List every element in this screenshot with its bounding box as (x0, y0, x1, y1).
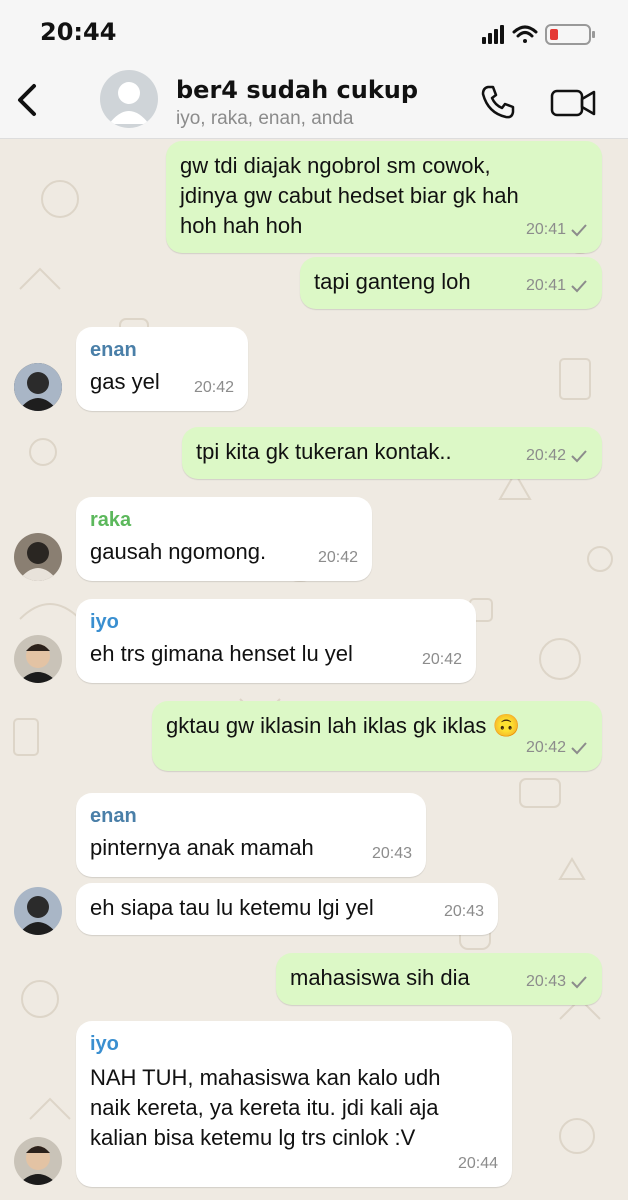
message-meta: 20:42 (194, 373, 234, 403)
read-tick-icon (571, 280, 587, 293)
message-time: 20:41 (525, 221, 566, 238)
avatar[interactable] (14, 363, 62, 411)
avatar[interactable] (14, 533, 62, 581)
back-chevron-icon[interactable] (10, 78, 44, 122)
message-text: pinternya anak mamah (90, 835, 314, 860)
wifi-icon (512, 25, 538, 43)
message-bubble-outgoing[interactable]: gktau gw iklasin lah iklas gk iklas 🙃 20… (152, 701, 602, 771)
message-time: 20:42 (525, 447, 566, 464)
message-meta: 20:41 (526, 215, 588, 245)
message-bubble-incoming[interactable]: eh siapa tau lu ketemu lgi yel 20:43 (76, 883, 498, 935)
message-text: gktau gw iklasin lah iklas gk iklas 🙃 (166, 713, 520, 738)
battery-icon (545, 24, 595, 45)
message-meta: 20:42 (422, 645, 462, 675)
message-text: eh trs gimana henset lu yel (90, 641, 353, 666)
status-bar: 20:44 (0, 0, 628, 64)
message-text: eh siapa tau lu ketemu lgi yel (90, 895, 374, 920)
message-time: 20:42 (317, 549, 358, 566)
message-meta: 20:43 (526, 967, 588, 997)
message-sender: enan (90, 339, 137, 361)
read-tick-icon (571, 450, 587, 463)
message-meta: 20:42 (526, 441, 588, 471)
message-time: 20:41 (525, 277, 566, 294)
message-time: 20:42 (525, 739, 566, 756)
message-time: 20:43 (525, 973, 566, 990)
read-tick-icon (571, 976, 587, 989)
message-meta: 20:42 (318, 543, 358, 573)
message-time: 20:43 (371, 845, 412, 862)
chat-header: ber4 sudah cukup iyo, raka, enan, anda (0, 64, 628, 139)
phone-icon[interactable] (478, 82, 518, 122)
message-bubble-incoming[interactable]: iyo NAH TUH, mahasiswa kan kalo udh naik… (76, 1021, 512, 1187)
message-sender: raka (90, 509, 132, 531)
message-meta: 20:44 (458, 1149, 498, 1179)
message-bubble-outgoing[interactable]: gw tdi diajak ngobrol sm cowok, jdinya g… (166, 141, 602, 253)
chat-area[interactable]: gw tdi diajak ngobrol sm cowok, jdinya g… (0, 139, 628, 1200)
message-bubble-outgoing[interactable]: tapi ganteng loh 20:41 (300, 257, 602, 309)
read-tick-icon (571, 224, 587, 237)
status-icons (482, 24, 595, 45)
avatar[interactable] (14, 635, 62, 683)
message-sender: iyo (90, 1033, 119, 1055)
message-bubble-incoming[interactable]: iyo eh trs gimana henset lu yel 20:42 (76, 599, 476, 683)
video-camera-icon[interactable] (550, 86, 598, 120)
message-time: 20:42 (193, 379, 234, 396)
message-bubble-outgoing[interactable]: tpi kita gk tukeran kontak.. 20:42 (182, 427, 602, 479)
avatar[interactable] (14, 1137, 62, 1185)
status-time: 20:44 (40, 18, 117, 46)
message-meta: 20:42 (526, 733, 588, 763)
message-time: 20:42 (421, 651, 462, 668)
message-time: 20:44 (457, 1155, 498, 1172)
avatar[interactable] (14, 887, 62, 935)
message-bubble-incoming[interactable]: raka gausah ngomong. 20:42 (76, 497, 372, 581)
message-bubble-incoming[interactable]: enan pinternya anak mamah 20:43 (76, 793, 426, 877)
message-meta: 20:43 (372, 839, 412, 869)
signal-icon (482, 25, 504, 44)
read-tick-icon (571, 742, 587, 755)
message-time: 20:43 (443, 903, 484, 920)
message-bubble-incoming[interactable]: enan gas yel 20:42 (76, 327, 248, 411)
message-sender: enan (90, 805, 137, 827)
group-avatar-icon[interactable] (100, 70, 158, 128)
message-sender: iyo (90, 611, 119, 633)
chat-members[interactable]: iyo, raka, enan, anda (176, 108, 353, 130)
message-meta: 20:43 (444, 897, 484, 927)
message-text: NAH TUH, mahasiswa kan kalo udh naik ker… (90, 1065, 441, 1150)
chat-title[interactable]: ber4 sudah cukup (176, 76, 418, 104)
message-bubble-outgoing[interactable]: mahasiswa sih dia 20:43 (276, 953, 602, 1005)
message-meta: 20:41 (526, 271, 588, 301)
